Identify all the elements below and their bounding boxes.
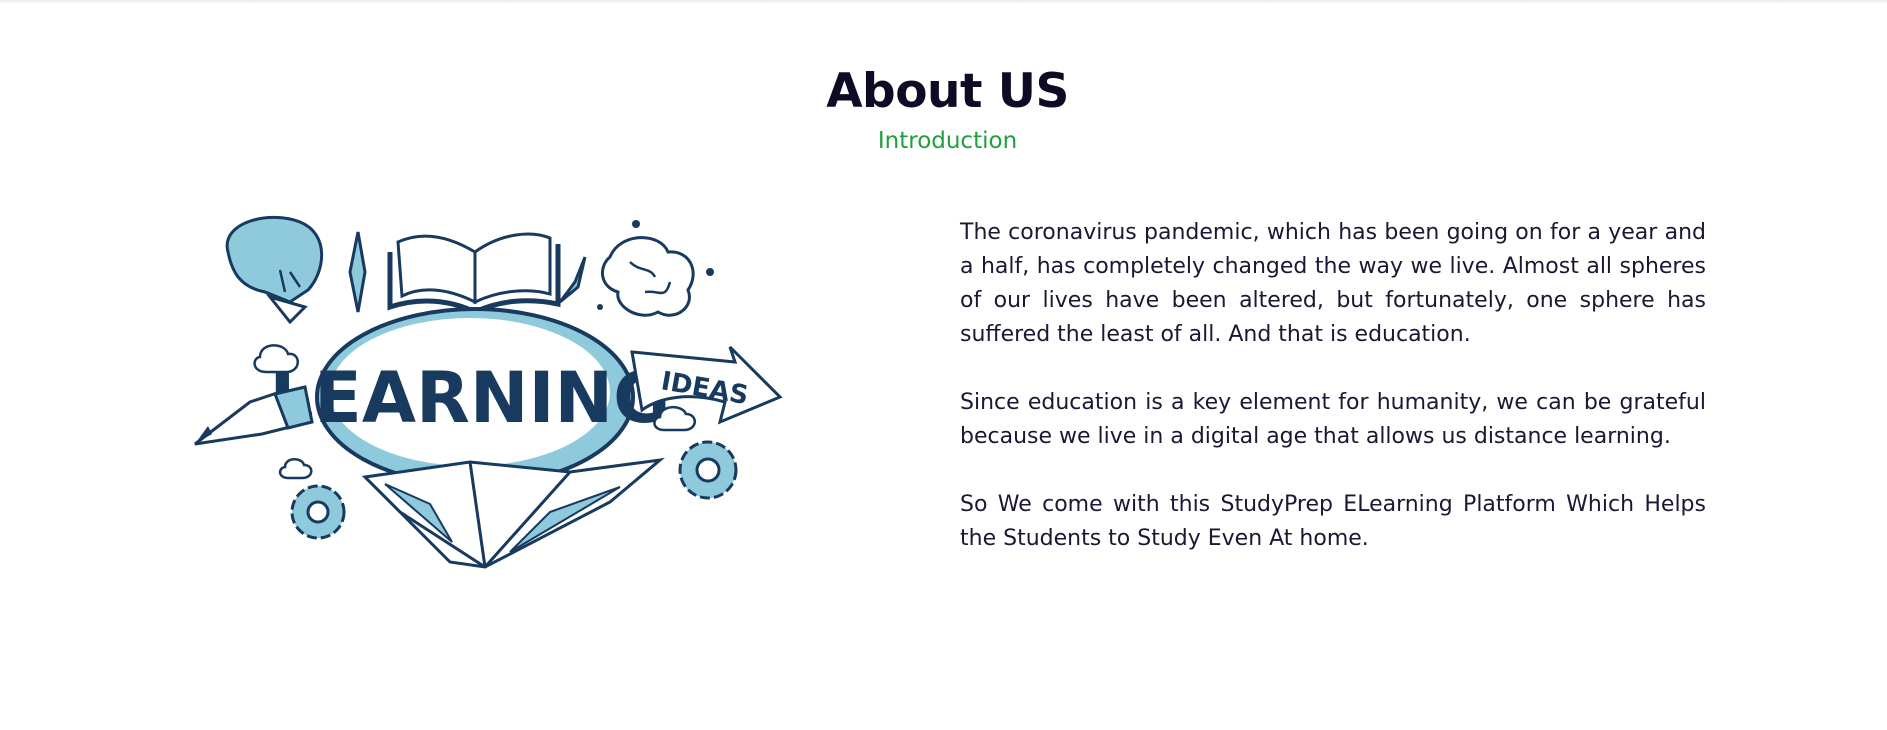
paragraph-3: So We come with this StudyPrep ELearning… bbox=[960, 492, 1706, 551]
speech-bubble: LEARNING bbox=[269, 307, 671, 487]
illustration-main-word: LEARNING bbox=[269, 357, 670, 439]
brain-icon bbox=[597, 220, 714, 317]
paragraph-2: Since education is a key element for hum… bbox=[960, 390, 1706, 449]
about-text: The coronavirus pandemic, which has been… bbox=[960, 216, 1706, 590]
page-title: About US bbox=[826, 64, 1069, 119]
page-subtitle: Introduction bbox=[877, 128, 1018, 154]
open-box-icon bbox=[361, 457, 665, 569]
lightbulb-icon bbox=[225, 215, 324, 325]
section-heading: About US Introduction bbox=[0, 62, 1887, 158]
header-shadow bbox=[0, 0, 1887, 4]
book-icon bbox=[387, 232, 561, 315]
learning-illustration: LEARNING IDEAS bbox=[194, 215, 783, 569]
paragraph-1: The coronavirus pandemic, which has been… bbox=[960, 220, 1706, 347]
